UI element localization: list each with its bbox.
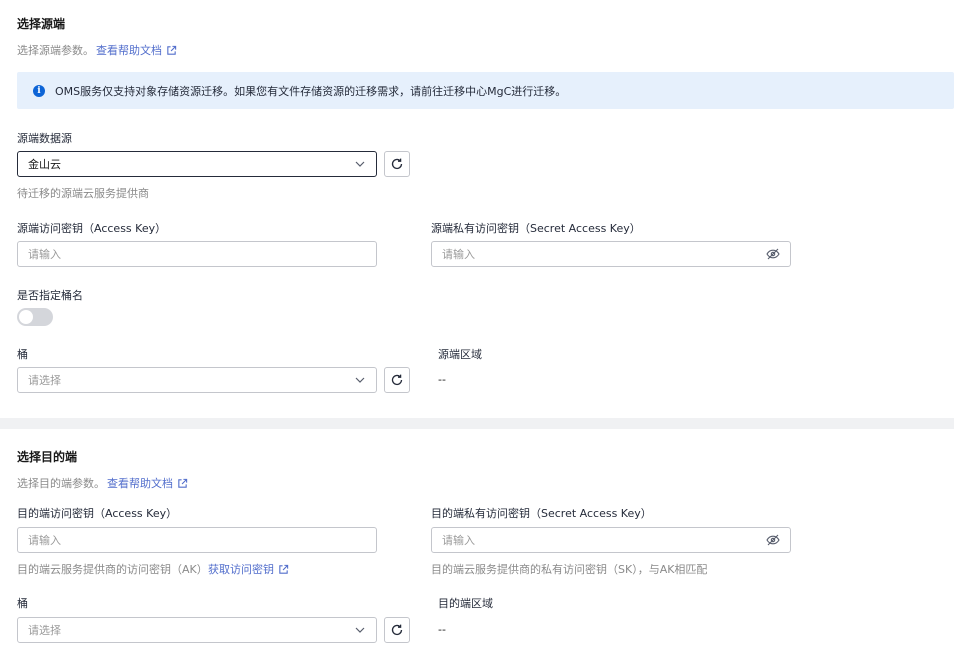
destination-ak-input[interactable]: 请输入 xyxy=(17,527,377,553)
source-region-value: -- xyxy=(438,373,446,386)
external-link-icon xyxy=(167,45,177,55)
info-icon: i xyxy=(33,84,45,97)
destination-bucket-label: 桶 xyxy=(17,597,28,610)
source-sk-placeholder: 请输入 xyxy=(442,248,475,261)
oms-notice-banner: i OMS服务仅支持对象存储资源迁移。如果您有文件存储资源的迁移需求，请前往迁移… xyxy=(17,72,954,109)
datasource-value: 金山云 xyxy=(28,158,61,171)
destination-sk-placeholder: 请输入 xyxy=(442,534,475,547)
eye-off-icon[interactable] xyxy=(766,248,780,260)
destination-bucket-refresh-button[interactable] xyxy=(384,617,410,643)
chevron-down-icon xyxy=(355,627,365,633)
destination-region-value: -- xyxy=(438,623,446,636)
source-section-title: 选择源端 xyxy=(17,17,66,31)
source-ak-label: 源端访问密钥（Access Key） xyxy=(17,222,167,235)
destination-bucket-placeholder: 请选择 xyxy=(28,624,61,637)
destination-ak-placeholder: 请输入 xyxy=(28,534,61,547)
destination-ak-label: 目的端访问密钥（Access Key） xyxy=(17,507,178,520)
destination-ak-hint: 目的端云服务提供商的访问密钥（AK） xyxy=(17,563,208,576)
eye-off-icon[interactable] xyxy=(766,534,780,546)
datasource-refresh-button[interactable] xyxy=(384,151,410,177)
chevron-down-icon xyxy=(355,161,365,167)
bucket-name-toggle[interactable] xyxy=(17,308,53,326)
get-access-key-label: 获取访问密钥 xyxy=(208,563,274,576)
source-section-desc: 选择源端参数。 xyxy=(17,44,94,57)
source-bucket-refresh-button[interactable] xyxy=(384,367,410,393)
source-bucket-select[interactable]: 请选择 xyxy=(17,367,377,393)
source-ak-placeholder: 请输入 xyxy=(28,248,61,261)
datasource-hint: 待迁移的源端云服务提供商 xyxy=(17,187,149,200)
section-divider xyxy=(0,418,954,429)
source-bucket-placeholder: 请选择 xyxy=(28,374,61,387)
refresh-icon xyxy=(391,624,403,636)
source-ak-input[interactable]: 请输入 xyxy=(17,241,377,267)
destination-section-title: 选择目的端 xyxy=(17,450,78,464)
source-sk-input[interactable]: 请输入 xyxy=(431,241,791,267)
destination-help-link[interactable]: 查看帮助文档 xyxy=(107,475,188,491)
refresh-icon xyxy=(391,158,403,170)
source-sk-label: 源端私有访问密钥（Secret Access Key） xyxy=(431,222,641,235)
bucket-toggle-label: 是否指定桶名 xyxy=(17,289,83,302)
external-link-icon xyxy=(279,564,289,574)
destination-sk-label: 目的端私有访问密钥（Secret Access Key） xyxy=(431,507,652,520)
get-access-key-link[interactable]: 获取访问密钥 xyxy=(208,561,289,577)
banner-text: OMS服务仅支持对象存储资源迁移。如果您有文件存储资源的迁移需求，请前往迁移中心… xyxy=(55,84,567,98)
refresh-icon xyxy=(391,374,403,386)
source-region-label: 源端区域 xyxy=(438,348,482,361)
datasource-label: 源端数据源 xyxy=(17,132,72,145)
external-link-icon xyxy=(178,478,188,488)
source-help-link-label: 查看帮助文档 xyxy=(96,44,162,57)
toggle-knob xyxy=(19,310,33,324)
destination-sk-hint: 目的端云服务提供商的私有访问密钥（SK），与AK相匹配 xyxy=(431,563,708,576)
destination-region-label: 目的端区域 xyxy=(438,597,493,610)
datasource-select[interactable]: 金山云 xyxy=(17,151,377,177)
destination-section-desc: 选择目的端参数。 xyxy=(17,477,105,490)
destination-help-link-label: 查看帮助文档 xyxy=(107,477,173,490)
destination-sk-input[interactable]: 请输入 xyxy=(431,527,791,553)
chevron-down-icon xyxy=(355,377,365,383)
destination-bucket-select[interactable]: 请选择 xyxy=(17,617,377,643)
source-bucket-label: 桶 xyxy=(17,348,28,361)
source-help-link[interactable]: 查看帮助文档 xyxy=(96,42,177,58)
